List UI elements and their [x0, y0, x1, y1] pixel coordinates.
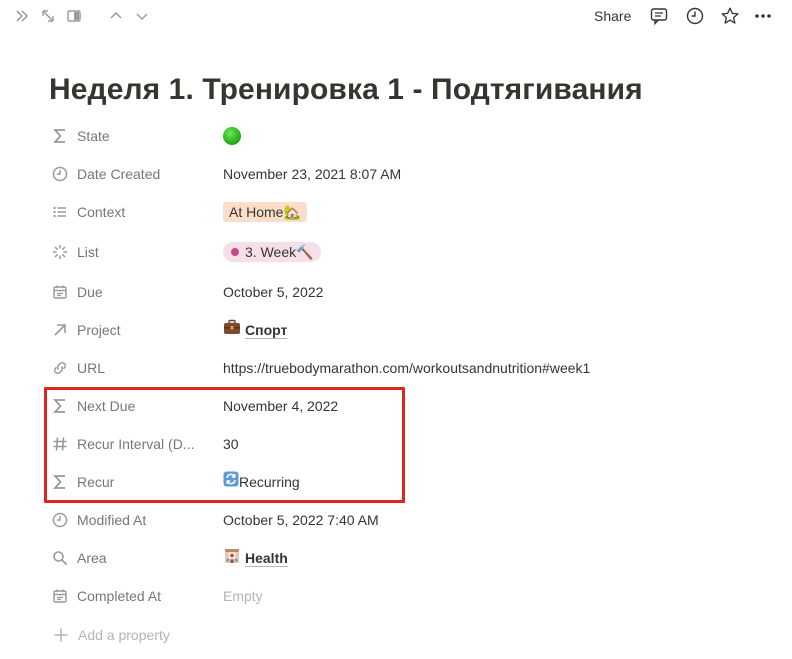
list-tag-label: 3. Week🔨: [245, 244, 314, 261]
property-modified-at[interactable]: Modified At October 5, 2022 7:40 AM: [49, 503, 669, 537]
clock-icon: [51, 165, 69, 183]
property-url[interactable]: URL https://truebodymarathon.com/workout…: [49, 351, 669, 385]
property-value: 3. Week🔨: [223, 235, 321, 269]
formula-icon: [51, 127, 69, 145]
property-project[interactable]: Project Спорт: [49, 313, 669, 347]
status-spinner-icon: [51, 243, 69, 261]
clock-icon: [51, 511, 69, 529]
page-title[interactable]: Неделя 1. Тренировка 1 - Подтягивания: [49, 70, 643, 110]
add-property-label: Add a property: [78, 627, 170, 643]
property-name: Project: [77, 322, 121, 338]
expand-icon[interactable]: [38, 6, 58, 26]
chevron-down-icon[interactable]: [132, 6, 152, 26]
property-name: URL: [77, 360, 106, 376]
share-button[interactable]: Share: [594, 6, 631, 26]
status-dot-icon: [231, 248, 239, 257]
property-value: October 5, 2022 7:40 AM: [223, 512, 379, 528]
property-due[interactable]: Due October 5, 2022: [49, 275, 669, 309]
link-icon: [51, 359, 69, 377]
calendar-icon: [51, 587, 69, 605]
chevron-up-icon[interactable]: [106, 6, 126, 26]
property-list[interactable]: List 3. Week🔨: [49, 235, 669, 269]
property-name: Area: [77, 550, 107, 566]
property-value: [223, 119, 241, 153]
property-state[interactable]: State: [49, 119, 669, 153]
property-name: Context: [77, 204, 126, 220]
property-completed-at[interactable]: Completed At Empty: [49, 579, 669, 613]
property-name: Date Created: [77, 166, 161, 182]
property-area[interactable]: Area Health: [49, 541, 669, 575]
plus-icon: [54, 628, 68, 642]
list-icon: [51, 203, 69, 221]
sidebar-icon[interactable]: [64, 6, 84, 26]
clock-icon[interactable]: [685, 6, 705, 26]
calendar-icon: [51, 283, 69, 301]
more-icon[interactable]: [753, 6, 773, 26]
property-name: Completed At: [77, 588, 162, 604]
relation-arrow-icon: [51, 321, 69, 339]
property-name: Modified At: [77, 512, 147, 528]
property-value: November 23, 2021 8:07 AM: [223, 166, 402, 182]
hospital-icon: [223, 541, 241, 575]
property-context[interactable]: Context At Home🏡: [49, 195, 669, 229]
comment-icon[interactable]: [649, 6, 669, 26]
area-link[interactable]: Health: [245, 550, 288, 567]
property-value: Health: [223, 541, 288, 575]
star-icon[interactable]: [720, 6, 740, 26]
green-circle-icon: [223, 126, 241, 145]
highlight-box: [44, 387, 405, 503]
url-link[interactable]: https://truebodymarathon.com/workoutsand…: [223, 351, 590, 385]
property-value: October 5, 2022: [223, 284, 324, 300]
briefcase-icon: [223, 313, 241, 347]
rollup-search-icon: [51, 549, 69, 567]
top-bar: Share: [0, 0, 792, 32]
property-value-empty[interactable]: Empty: [223, 579, 263, 613]
property-value: At Home🏡: [223, 195, 307, 229]
context-tag[interactable]: At Home🏡: [223, 202, 307, 223]
property-name: Due: [77, 284, 103, 300]
project-link[interactable]: Спорт: [245, 322, 288, 339]
property-date-created[interactable]: Date Created November 23, 2021 8:07 AM: [49, 157, 669, 191]
list-tag[interactable]: 3. Week🔨: [223, 242, 321, 263]
property-name: State: [77, 128, 110, 144]
double-chevron-right-icon[interactable]: [12, 6, 32, 26]
property-value: Спорт: [223, 313, 288, 347]
property-name: List: [77, 244, 99, 260]
